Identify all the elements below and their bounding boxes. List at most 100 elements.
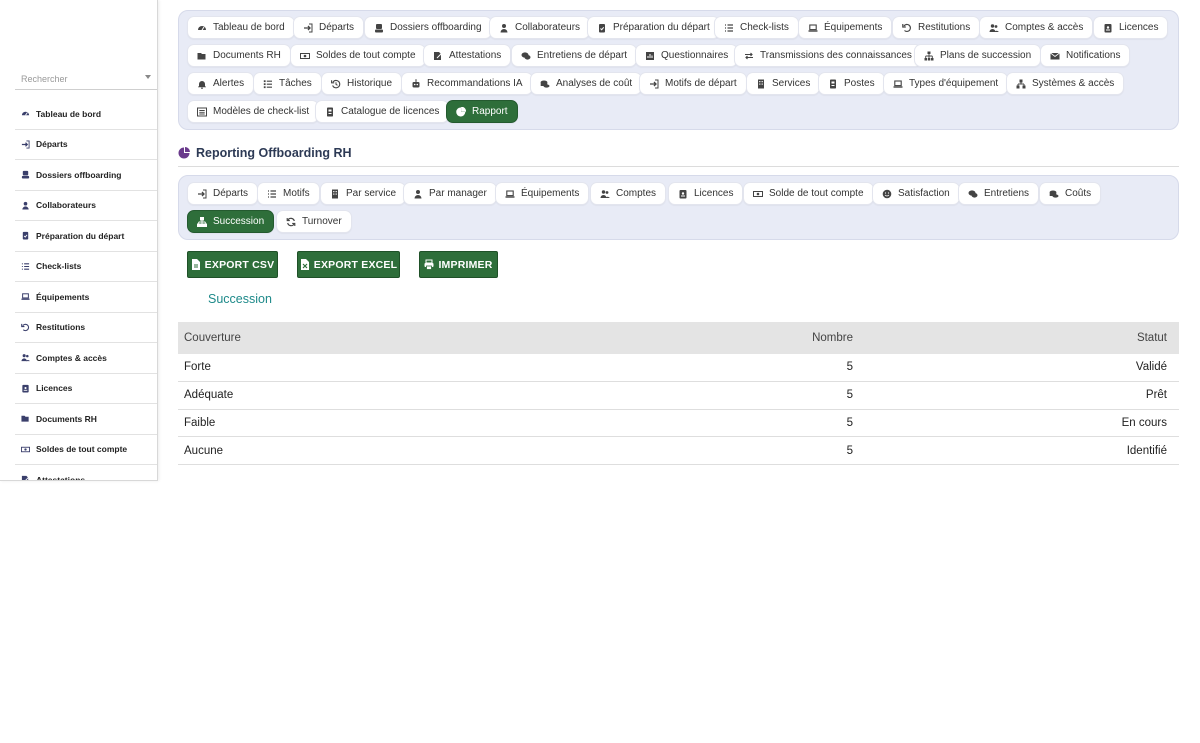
sidebar-item-licences[interactable]: Licences	[15, 374, 157, 404]
sidebar-item-check-lists[interactable]: Check-lists	[15, 252, 157, 282]
sidebar-item-equipements[interactable]: Équipements	[15, 282, 157, 313]
tasks-icon	[263, 79, 273, 89]
nav-item-modeles-de-check-list[interactable]: Modèles de check-list	[187, 100, 320, 123]
nav-item-attestations[interactable]: Attestations	[423, 44, 512, 67]
chart-pie-icon	[456, 106, 466, 117]
sidebar-item-comptes-and-acces[interactable]: Comptes & accès	[15, 343, 157, 374]
nav-item-transmissions-des-connaissances[interactable]: Transmissions des connaissances	[734, 44, 922, 67]
nav-item-equipements[interactable]: Équipements	[798, 16, 893, 39]
pill-label: Par service	[346, 188, 397, 199]
nav-item-alertes[interactable]: Alertes	[187, 72, 255, 95]
nav-item-questionnaires[interactable]: Questionnaires	[635, 44, 739, 67]
folder-open-icon	[21, 414, 30, 423]
tab-couts[interactable]: Coûts	[1039, 182, 1102, 205]
nav-item-licences[interactable]: Licences	[1093, 16, 1169, 39]
export-csv-button[interactable]: EXPORT CSV	[187, 251, 278, 278]
tab-departs[interactable]: Départs	[187, 182, 259, 205]
nav-item-check-lists[interactable]: Check-lists	[714, 16, 799, 39]
file-signature-icon	[433, 51, 443, 61]
nav-item-rapport[interactable]: Rapport	[446, 100, 518, 123]
tab-satisfaction[interactable]: Satisfaction	[872, 182, 960, 205]
sync-icon	[286, 217, 296, 227]
sidebar-item-label: Licences	[36, 383, 73, 394]
pill-label: Motifs de départ	[665, 78, 737, 89]
pill-label: Questionnaires	[661, 50, 729, 61]
list-icon	[21, 262, 30, 271]
nav-item-analyses-de-cout[interactable]: Analyses de coût	[530, 72, 643, 95]
nav-item-soldes-de-tout-compte[interactable]: Soldes de tout compte	[290, 44, 426, 67]
nav-item-entretiens-de-depart[interactable]: Entretiens de départ	[511, 44, 638, 67]
nav-item-restitutions[interactable]: Restitutions	[892, 16, 981, 39]
sidebar-item-label: Check-lists	[36, 261, 82, 272]
sidebar-item-label: Départs	[36, 139, 68, 150]
sidebar-item-collaborateurs[interactable]: Collaborateurs	[15, 191, 157, 221]
tab-motifs[interactable]: Motifs	[257, 182, 320, 205]
tab-entretiens[interactable]: Entretiens	[958, 182, 1040, 205]
tab-turnover[interactable]: Turnover	[276, 210, 352, 233]
tab-solde-de-tout-compte[interactable]: Solde de tout compte	[743, 182, 874, 205]
sidebar-item-attestations[interactable]: Attestations	[15, 465, 157, 480]
nav-item-motifs-de-depart[interactable]: Motifs de départ	[639, 72, 747, 95]
pill-label: Analyses de coût	[556, 78, 633, 89]
nav-item-catalogue-de-licences[interactable]: Catalogue de licences	[315, 100, 450, 123]
laptop-icon	[505, 189, 515, 199]
sidebar-item-label: Préparation du départ	[36, 230, 125, 241]
nav-item-comptes-and-acces[interactable]: Comptes & accès	[979, 16, 1094, 39]
sidebar-item-departs[interactable]: Départs	[15, 130, 157, 160]
envelope-icon	[1050, 51, 1060, 61]
succession-table: Couverture Nombre Statut Forte 5 Validé …	[178, 322, 1179, 466]
nav-item-taches[interactable]: Tâches	[253, 72, 322, 95]
cell-statut: Validé	[1135, 361, 1167, 374]
nav-item-preparation-du-depart[interactable]: Préparation du départ	[587, 16, 720, 39]
nav-item-recommandations-ia[interactable]: Recommandations IA	[401, 72, 533, 95]
chart-pie-icon	[178, 147, 190, 159]
cell-couverture: Adéquate	[184, 389, 234, 402]
tab-equipements[interactable]: Équipements	[495, 182, 590, 205]
cell-couverture: Aucune	[184, 444, 224, 457]
network-icon	[1016, 79, 1026, 89]
table-row: Adéquate 5 Prêt	[178, 382, 1179, 410]
pill-label: Check-lists	[740, 22, 789, 33]
pill-label: Notifications	[1066, 50, 1121, 61]
laptop-icon	[808, 23, 818, 33]
cell-statut: Identifié	[1126, 444, 1167, 457]
sidebar-item-soldes-de-tout-compte[interactable]: Soldes de tout compte	[15, 435, 157, 465]
print-button[interactable]: IMPRIMER	[419, 251, 498, 278]
nav-item-systemes-and-acces[interactable]: Systèmes & accès	[1006, 72, 1125, 95]
tab-par-service[interactable]: Par service	[320, 182, 407, 205]
table-row: Forte 5 Validé	[178, 354, 1179, 382]
nav-item-historique[interactable]: Historique	[321, 72, 403, 95]
exit-icon	[197, 189, 207, 199]
nav-item-collaborateurs[interactable]: Collaborateurs	[489, 16, 591, 39]
nav-item-plans-de-succession[interactable]: Plans de succession	[914, 44, 1042, 67]
nav-item-tableau-de-bord[interactable]: Tableau de bord	[187, 16, 295, 39]
tab-licences[interactable]: Licences	[668, 182, 744, 205]
nav-item-services[interactable]: Services	[746, 72, 821, 95]
nav-item-notifications[interactable]: Notifications	[1040, 44, 1131, 67]
export-excel-button[interactable]: EXPORT EXCEL	[297, 251, 400, 278]
tab-comptes[interactable]: Comptes	[590, 182, 667, 205]
table-row: Faible 5 En cours	[178, 410, 1179, 438]
nav-item-documents-rh[interactable]: Documents RH	[187, 44, 291, 67]
undo-icon	[902, 23, 912, 33]
main-navigation: Tableau de bord Départs Dossiers offboardi…	[178, 10, 1179, 130]
sidebar-search-select[interactable]: Rechercher	[15, 68, 157, 90]
sidebar-item-dossiers-offboarding[interactable]: Dossiers offboarding	[15, 160, 157, 191]
users-icon	[989, 23, 999, 33]
nav-item-departs[interactable]: Départs	[293, 16, 365, 39]
sidebar-item-restitutions[interactable]: Restitutions	[15, 313, 157, 343]
pill-label: Catalogue de licences	[341, 106, 440, 117]
sidebar-item-documents-rh[interactable]: Documents RH	[15, 404, 157, 435]
sidebar-item-tableau-de-bord[interactable]: Tableau de bord	[15, 99, 157, 130]
file-signature-icon	[21, 475, 30, 480]
nav-item-types-d-equipement[interactable]: Types d'équipement	[883, 72, 1009, 95]
nav-item-postes[interactable]: Postes	[818, 72, 885, 95]
pill-label: Licences	[1119, 22, 1159, 33]
sidebar-item-preparation-du-depart[interactable]: Préparation du départ	[15, 221, 157, 252]
report-tabs: Départs Motifs Par service Par manager Équip…	[178, 175, 1179, 240]
pill-label: Services	[772, 78, 811, 89]
tab-succession[interactable]: Succession	[187, 210, 275, 233]
tab-par-manager[interactable]: Par manager	[403, 182, 497, 205]
history-icon	[331, 79, 341, 89]
nav-item-dossiers-offboarding[interactable]: Dossiers offboarding	[364, 16, 492, 39]
